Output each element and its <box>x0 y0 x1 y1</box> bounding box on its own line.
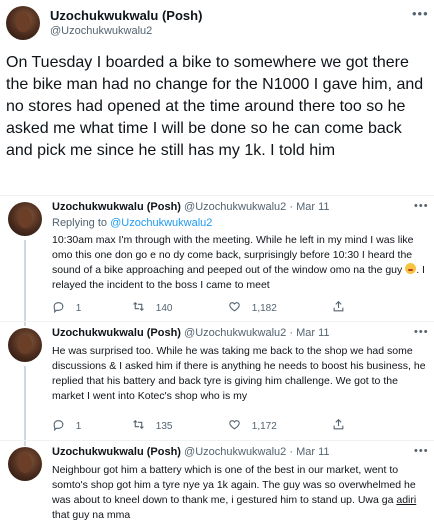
like-count: 1,182 <box>251 303 277 314</box>
author-handle[interactable]: @Uzochukwukwalu2 <box>184 327 286 339</box>
more-horizontal-icon[interactable]: ••• <box>414 200 429 212</box>
tweet-header: Uzochukwukwalu (Posh) @Uzochukwukwalu2 ·… <box>52 201 330 213</box>
replying-to-link[interactable]: @Uzochukwukwalu2 <box>110 217 212 229</box>
avatar[interactable] <box>8 202 42 236</box>
retweet-icon <box>133 419 144 430</box>
retweet-count: 135 <box>155 421 173 432</box>
tweet-header: Uzochukwukwalu (Posh) @Uzochukwukwalu2 ·… <box>52 446 330 458</box>
avatar[interactable] <box>8 328 42 362</box>
tweet-date[interactable]: Mar 11 <box>296 446 329 458</box>
author-name[interactable]: Uzochukwukwalu (Posh) <box>52 327 181 339</box>
separator-dot: · <box>289 201 294 213</box>
avatar[interactable] <box>8 447 42 481</box>
replying-to: Replying to @Uzochukwukwalu2 <box>52 217 212 229</box>
tweet-text: On Tuesday I boarded a bike to somewhere… <box>6 54 424 159</box>
retweet-count: 140 <box>155 303 173 314</box>
reply-count: 1 <box>75 303 82 314</box>
reply-icon <box>53 420 64 432</box>
tweet-text-part: 10:30am max I'm through with the meeting… <box>52 234 414 276</box>
retweet-icon <box>133 301 144 312</box>
retweet-button[interactable]: 140 <box>132 300 172 314</box>
author-name[interactable]: Uzochukwukwalu (Posh) <box>52 201 181 213</box>
heart-icon <box>229 420 240 430</box>
share-button[interactable] <box>332 300 345 314</box>
heart-icon <box>229 302 240 312</box>
thread-connector <box>24 240 26 326</box>
flushed-face-emoji-icon <box>405 263 417 274</box>
separator-dot: · <box>289 446 294 458</box>
reply-tweet[interactable]: Uzochukwukwalu (Posh) @Uzochukwukwalu2 ·… <box>0 440 434 532</box>
thread-connector <box>24 366 26 446</box>
tweet-actions: 1 135 1,172 <box>52 418 352 432</box>
tweet-text: He was surprised too. While he was takin… <box>52 345 426 402</box>
more-horizontal-icon[interactable]: ••• <box>414 326 429 338</box>
separator-dot: · <box>289 327 294 339</box>
reply-icon <box>53 302 64 314</box>
tweet-text-part: that guy na mma <box>52 509 131 521</box>
reply-count: 1 <box>75 421 82 432</box>
tweet-text: 10:30am max I'm through with the meeting… <box>52 233 430 293</box>
author-handle[interactable]: @Uzochukwukwalu2 <box>50 25 152 37</box>
more-horizontal-icon[interactable]: ••• <box>412 6 429 21</box>
like-button[interactable]: 1,172 <box>228 418 277 432</box>
author-handle[interactable]: @Uzochukwukwalu2 <box>184 446 286 458</box>
tweet-text: Neighbour got him a battery which is one… <box>52 463 430 523</box>
share-button[interactable] <box>332 418 345 432</box>
more-horizontal-icon[interactable]: ••• <box>414 445 429 457</box>
tweet-text-part: Neighbour got him a battery which is one… <box>52 464 416 506</box>
retweet-button[interactable]: 135 <box>132 418 172 432</box>
tweet-date[interactable]: Mar 11 <box>296 201 329 213</box>
main-tweet[interactable]: Uzochukwukwalu (Posh) @Uzochukwukwalu2 •… <box>0 0 434 195</box>
author-handle[interactable]: @Uzochukwukwalu2 <box>184 201 286 213</box>
tweet-text-underlined: adiri <box>396 494 417 506</box>
tweet-actions: 1 140 1,182 <box>52 300 352 314</box>
tweet-date[interactable]: Mar 11 <box>296 327 329 339</box>
reply-button[interactable]: 1 <box>52 300 81 314</box>
share-icon <box>333 418 344 430</box>
share-icon <box>333 300 344 312</box>
author-name[interactable]: Uzochukwukwalu (Posh) <box>52 446 181 458</box>
avatar[interactable] <box>6 6 40 40</box>
like-button[interactable]: 1,182 <box>228 300 277 314</box>
reply-tweet[interactable]: Uzochukwukwalu (Posh) @Uzochukwukwalu2 ·… <box>0 321 434 446</box>
author-name[interactable]: Uzochukwukwalu (Posh) <box>50 8 202 23</box>
tweet-header: Uzochukwukwalu (Posh) @Uzochukwukwalu2 ·… <box>52 327 330 339</box>
reply-tweet[interactable]: Uzochukwukwalu (Posh) @Uzochukwukwalu2 ·… <box>0 195 434 326</box>
replying-to-label: Replying to <box>52 217 108 229</box>
like-count: 1,172 <box>251 421 277 432</box>
reply-button[interactable]: 1 <box>52 418 81 432</box>
